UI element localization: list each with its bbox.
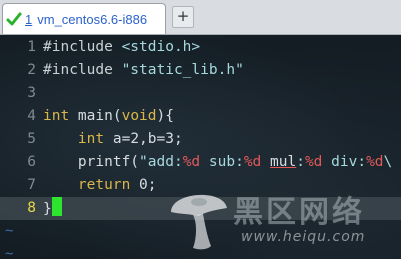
code-token: #include (43, 62, 122, 78)
code-token: a=2,b=3; (104, 131, 183, 147)
code-token: ){ (156, 108, 174, 124)
code-token: %d (366, 154, 384, 170)
code-line[interactable]: 6 printf("add:%d sub:%d mul:%d div:%d\ (0, 151, 401, 174)
line-number: 4 (27, 108, 36, 124)
code-text: #include "static_lib.h" (43, 59, 244, 82)
code-token: printf( (43, 154, 140, 170)
code-token: #include (43, 39, 122, 55)
tab-title-text: vm_centos6.6-i886 (37, 11, 148, 27)
empty-line-tilde: ~ (5, 246, 14, 259)
code-token: mul (270, 154, 297, 170)
new-tab-button[interactable]: + (172, 6, 194, 28)
code-token: : (296, 154, 305, 170)
code-token: div: (322, 154, 367, 170)
code-line[interactable]: 5 int a=2,b=3; (0, 128, 401, 151)
code-line[interactable]: 4 int main(void){ (0, 105, 401, 128)
code-text: return 0; (43, 174, 157, 197)
code-text: #include <stdio.h> (43, 36, 200, 59)
code-text: printf("add:%d sub:%d mul:%d div:%d\ (43, 151, 392, 174)
empty-line-tilde: ~ (5, 223, 14, 239)
code-text: int main(void){ (43, 105, 174, 128)
code-token: int (77, 131, 105, 147)
code-token: \ (383, 154, 393, 170)
line-number: 2 (27, 62, 36, 78)
code-token: } (43, 201, 52, 217)
code-token: main( (69, 108, 122, 124)
watermark-title: 黑区网络 (233, 195, 365, 230)
code-token: "add: (139, 154, 183, 170)
mushroom-logo-icon (171, 194, 227, 250)
code-text: } (43, 197, 62, 221)
session-tab[interactable]: 1 vm_centos6.6-i886 (2, 3, 166, 34)
code-token: %d (243, 154, 262, 170)
terminal-window: 1 vm_centos6.6-i886 + 1 #include <stdio.h>… (0, 0, 401, 259)
watermark: 黑区网络 www.heiqu.com (163, 182, 401, 259)
tab-title: 1 vm_centos6.6-i886 (25, 12, 147, 27)
connected-check-icon (6, 11, 22, 27)
code-token: void (121, 108, 157, 124)
line-number: 3 (27, 85, 36, 101)
code-token: return (77, 177, 131, 193)
code-line[interactable]: 3 (0, 82, 401, 105)
code-line[interactable]: 2 #include "static_lib.h" (0, 59, 401, 82)
code-token: sub: (200, 154, 244, 170)
line-number: 6 (27, 154, 36, 170)
code-text: int a=2,b=3; (43, 128, 183, 151)
line-number: 1 (27, 39, 36, 55)
tab-bar: 1 vm_centos6.6-i886 + (0, 0, 401, 35)
code-token: %d (182, 154, 201, 170)
code-token: int (43, 108, 70, 124)
code-token: "static_lib.h" (121, 62, 244, 78)
tab-number: 1 (25, 11, 33, 27)
code-token: %d (304, 154, 323, 170)
code-token: <stdio.h> (121, 39, 201, 55)
code-token: 0; (130, 177, 157, 193)
line-number: 7 (27, 177, 36, 193)
text-cursor (51, 197, 62, 216)
code-line[interactable]: 1 #include <stdio.h> (0, 36, 401, 59)
watermark-url: www.heiqu.com (241, 229, 366, 245)
line-number: 5 (27, 131, 36, 147)
line-number: 8 (27, 200, 36, 216)
